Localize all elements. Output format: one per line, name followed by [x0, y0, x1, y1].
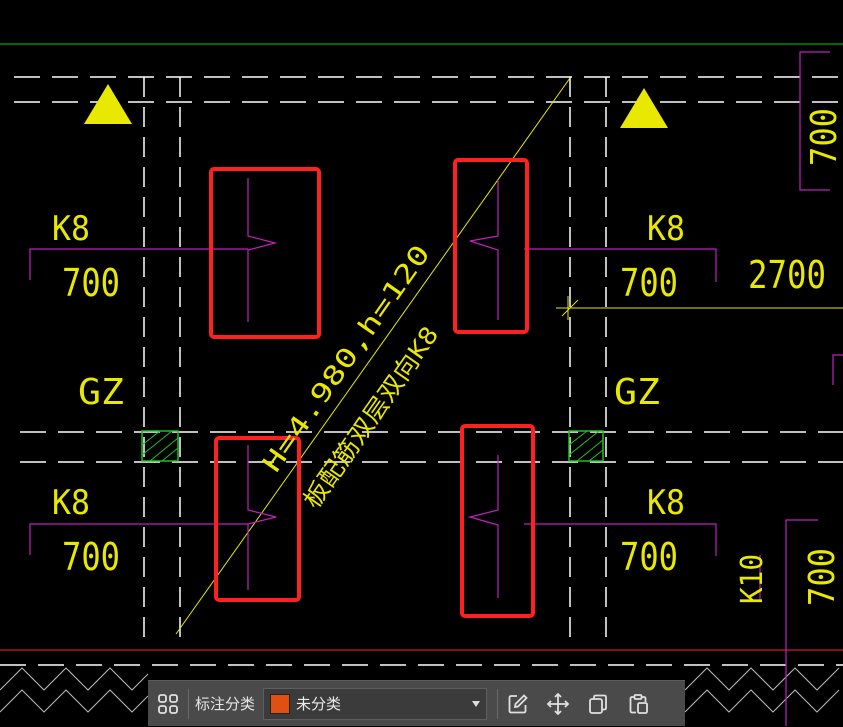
annotation-category-label: 标注分类	[195, 695, 256, 713]
grid-group-icon[interactable]	[148, 681, 188, 727]
vertical-axis-lines	[143, 77, 607, 640]
dim-700-label-2: 700	[620, 261, 678, 305]
cad-drawing: K8 700 K8 700 2700 GZ GZ K8 700 K8 700 7…	[0, 43, 843, 726]
dim-700-label-vertical-2: 700	[802, 548, 843, 606]
k8-label-3: K8	[52, 483, 90, 523]
dim-700-label-4: 700	[620, 535, 678, 579]
category-selected-value: 未分类	[296, 695, 342, 713]
rebar-break-1	[247, 178, 278, 322]
annotation-toolbar: 标注分类 未分类	[148, 680, 685, 726]
column-marker-triangle-left	[84, 84, 132, 124]
dim-700-label-vertical-1: 700	[804, 108, 843, 166]
dim-700-label-1: 700	[62, 261, 120, 305]
k8-label-2: K8	[647, 209, 685, 249]
category-color-swatch	[270, 693, 291, 714]
copy-icon[interactable]	[578, 681, 618, 727]
rebar-lines	[29, 51, 843, 726]
rebar-break-2	[469, 180, 499, 320]
horizontal-axis-lines	[14, 76, 843, 463]
rebar-break-4	[467, 455, 499, 598]
paste-icon[interactable]	[618, 681, 658, 727]
move-icon[interactable]	[538, 681, 578, 727]
k8-label-4: K8	[647, 483, 685, 523]
highlight-box-1	[209, 167, 321, 339]
k8-label-1: K8	[52, 209, 90, 249]
gz-label-1: GZ	[78, 372, 124, 413]
annotation-category-select[interactable]: 未分类	[263, 687, 488, 720]
dim-700-label-3: 700	[62, 535, 120, 579]
gz-column-right	[568, 430, 604, 462]
column-marker-triangle-right	[620, 88, 668, 128]
highlight-boxes	[209, 158, 535, 618]
gz-column-left	[141, 430, 179, 462]
cad-viewport[interactable]: K8 700 K8 700 2700 GZ GZ K8 700 K8 700 7…	[0, 0, 843, 726]
chevron-down-icon	[472, 700, 481, 707]
highlight-box-2	[453, 158, 529, 334]
edit-icon[interactable]	[498, 681, 538, 727]
gz-label-2: GZ	[614, 372, 660, 413]
dimension-2700-line	[556, 296, 843, 320]
k10-label: K10	[735, 554, 770, 604]
dim-2700-label: 2700	[748, 253, 826, 297]
